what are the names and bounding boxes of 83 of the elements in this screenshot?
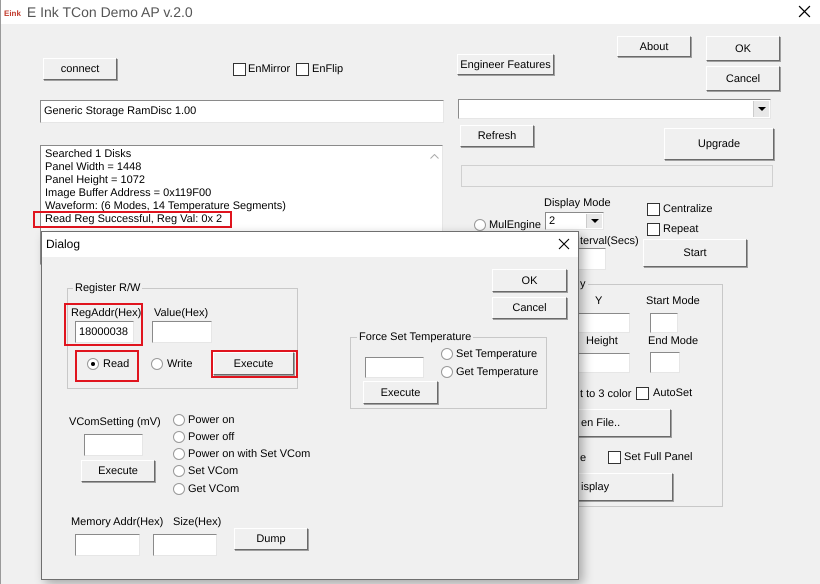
radio-label[interactable]: Get Temperature [456,365,538,379]
label: End Mode [648,334,698,348]
temperature-field[interactable] [365,357,424,378]
window-title: E Ink TCon Demo AP v.2.0 [26,4,193,20]
radio-label[interactable]: Write [167,357,192,371]
close-icon[interactable] [558,238,570,250]
radio-label[interactable]: MulEngine [489,218,541,232]
memory-address-field[interactable] [75,534,140,556]
log-line: Read Reg Successful, Reg Val: 0x 2 [45,213,222,226]
radio-button[interactable] [173,431,185,443]
ok-button[interactable]: OK [492,269,567,292]
start-button[interactable]: Start [643,239,747,267]
checkbox-label[interactable]: EnMirror [248,62,290,76]
label: Y [595,294,602,308]
vcom-field[interactable] [84,434,143,456]
log-line: Searched 1 Disks [45,148,132,161]
checkbox-label[interactable]: Centralize [663,202,713,216]
label: Display Mode [544,196,611,210]
radio-label[interactable]: Power on with Set VCom [188,447,310,461]
label: Height [586,334,618,348]
radio-button[interactable] [173,448,185,460]
checkbox[interactable] [296,63,309,76]
radio-button[interactable] [474,219,486,231]
app-logo: Eink [4,8,21,18]
log-line: Image Buffer Address = 0x119F00 [45,187,212,200]
engineer-features-button[interactable]: Engineer Features [457,54,554,75]
scroll-up-icon[interactable] [430,154,439,159]
dump-button[interactable]: Dump [234,528,308,550]
label: VComSetting (mV) [69,415,161,429]
label: RegAddr(Hex) [71,306,142,320]
register-address-field[interactable]: 18000038 [75,321,134,343]
radio-label[interactable]: Set VCom [188,464,238,478]
upgrade-button[interactable]: Upgrade [664,128,774,160]
label: terval(Secs) [580,234,639,248]
checkbox[interactable] [233,63,246,76]
radio-label[interactable]: Get VCom [188,482,240,496]
radio-button[interactable] [441,366,453,378]
execute-button[interactable]: Execute [81,460,155,482]
dialog-title: Dialog [46,237,80,251]
radio-button[interactable] [173,465,185,477]
input-field[interactable] [650,352,680,373]
execute-button[interactable]: Execute [213,352,294,375]
connect-button[interactable]: connect [43,58,117,80]
checkbox-label[interactable]: Set Full Panel [624,450,692,464]
checkbox-label[interactable]: Repeat [663,222,698,236]
log-line: Waveform: (6 Modes, 14 Temperature Segments) [45,200,286,213]
checkbox[interactable] [636,387,649,400]
checkbox[interactable] [608,451,621,464]
label: Force Set Temperature [357,330,474,344]
log-line: Panel Height = 1072 [45,174,145,187]
checkbox[interactable] [647,203,660,216]
execute-button[interactable]: Execute [363,381,438,404]
label: t to 3 color [580,387,632,401]
size-field[interactable] [153,534,217,556]
checkbox-label[interactable]: AutoSet [653,386,692,400]
label: e [580,451,586,465]
radio-label[interactable]: Power off [188,430,234,444]
checkbox-label[interactable]: EnFlip [312,62,344,76]
radio-label[interactable]: Power on [188,413,234,427]
label: Value(Hex) [154,306,208,320]
close-icon[interactable] [798,5,811,18]
label: Register R/W [73,281,142,295]
log-line: Panel Width = 1448 [45,161,142,174]
cancel-button[interactable]: Cancel [492,297,567,319]
label: Start Mode [646,294,700,308]
cancel-button[interactable]: Cancel [706,66,780,91]
label: Size(Hex) [173,515,222,529]
radio-label[interactable]: Read [103,357,130,371]
checkbox[interactable] [647,223,660,236]
radio-button[interactable] [441,348,453,360]
ok-button[interactable]: OK [706,36,780,61]
about-button[interactable]: About [617,36,691,57]
radio-button[interactable] [173,483,185,495]
refresh-button[interactable]: Refresh [460,125,534,147]
dropdown[interactable]: 2 [545,212,604,230]
input-field[interactable] [650,313,678,333]
radio-button[interactable] [87,358,99,370]
radio-button[interactable] [173,414,185,426]
label: Memory Addr(Hex) [71,515,164,529]
device-field[interactable]: Generic Storage RamDisc 1.00 [40,100,444,123]
radio-button[interactable] [151,358,163,370]
radio-label[interactable]: Set Temperature [456,347,538,361]
value-field[interactable] [152,321,212,343]
